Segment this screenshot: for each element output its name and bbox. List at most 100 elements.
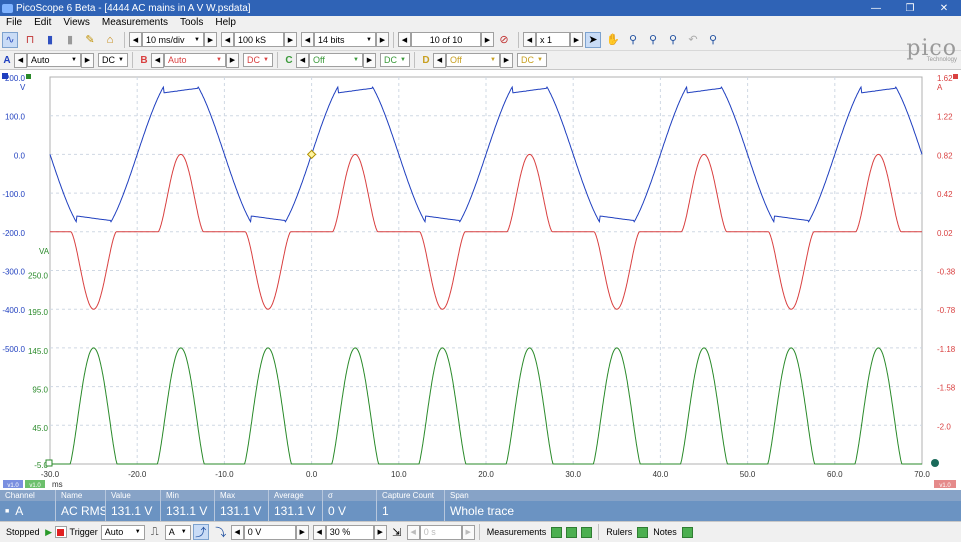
header-span[interactable]: Span [445, 490, 961, 501]
zoom-in-icon[interactable]: ⚲ [645, 32, 661, 48]
buffer-first-button[interactable]: ◀ [398, 32, 411, 47]
channel-a-label[interactable]: A [0, 53, 14, 67]
channel-b-label[interactable]: B [137, 53, 151, 67]
pretrigger-field[interactable]: 30 % [325, 524, 374, 540]
buffer-navigator[interactable]: 10 of 10 [411, 32, 481, 47]
delay-decrease-button[interactable]: ◀ [406, 524, 420, 540]
channel-a-range-increase[interactable]: ▶ [81, 52, 94, 68]
channel-d-range-select[interactable]: Off ▼ [446, 53, 500, 67]
pretrigger-decrease-button[interactable]: ◀ [312, 524, 326, 540]
resolution-increase-button[interactable]: ▶ [376, 32, 389, 47]
delete-measurement-button[interactable] [581, 526, 593, 538]
home-icon[interactable]: ⌂ [102, 32, 118, 48]
menu-tools[interactable]: Tools [180, 17, 203, 28]
channel-d-label[interactable]: D [419, 53, 433, 67]
channel-d-range-increase[interactable]: ▶ [500, 52, 513, 68]
timebase-decrease-button[interactable]: ◀ [129, 32, 142, 47]
va-axis-marker [26, 74, 31, 79]
post-trigger-delay-icon[interactable]: ⇲ [389, 524, 405, 540]
undo-zoom-icon[interactable]: ↶ [685, 32, 701, 48]
zoom-out-icon[interactable]: ⚲ [665, 32, 681, 48]
rising-edge-icon[interactable]: ⤴ [192, 524, 209, 540]
left-axis-ticks: 200.0 100.0 0.0 -100.0 -200.0 -300.0 -400.0 -50… [2, 74, 26, 354]
zoom-value: x 1 [540, 34, 553, 45]
channel-c-label[interactable]: C [282, 53, 296, 67]
stop-button[interactable] [54, 526, 67, 538]
threshold-increase-button[interactable]: ▶ [295, 524, 309, 540]
header-min[interactable]: Min [161, 490, 215, 501]
delay-field[interactable]: 0 s [419, 524, 462, 540]
x-axis-tick-label: 0.0 [306, 470, 318, 479]
trigger-mode-select[interactable]: Auto ▼ [100, 524, 145, 540]
resolution-select[interactable]: 14 bits ▼ [314, 32, 376, 47]
threshold-field[interactable]: 0 V [243, 524, 296, 540]
timebase-select[interactable]: 10 ms/div ▼ [142, 32, 204, 47]
close-button[interactable]: ✕ [927, 0, 961, 16]
advanced-trigger-icon[interactable]: ⎍ [147, 524, 163, 540]
samples-decrease-button[interactable]: ◀ [221, 32, 234, 47]
channel-d-range-decrease[interactable]: ◀ [433, 52, 446, 68]
channel-b-coupling-select[interactable]: DC ▼ [243, 53, 273, 67]
probe-icon[interactable]: ✎ [82, 32, 98, 48]
menu-file[interactable]: File [6, 17, 22, 28]
header-max[interactable]: Max [215, 490, 269, 501]
header-value[interactable]: Value [106, 490, 161, 501]
channel-b-range-decrease[interactable]: ◀ [151, 52, 164, 68]
notes-button[interactable] [681, 526, 693, 538]
samples-field[interactable]: 100 kS [234, 32, 284, 47]
status-bar: Stopped ▶ Trigger Auto ▼ ⎍ A ▼ ⤴ ⤵ ◀ 0 V ▶… [0, 521, 961, 542]
samples-increase-button[interactable]: ▶ [284, 32, 297, 47]
channel-b-range-increase[interactable]: ▶ [226, 52, 239, 68]
hand-tool-icon[interactable]: ✋ [605, 32, 621, 48]
channel-a-coupling-select[interactable]: DC ▼ [98, 53, 128, 67]
serial-decode-icon[interactable]: ▮ [62, 32, 78, 48]
pretrigger-increase-button[interactable]: ▶ [373, 524, 387, 540]
scope-plot[interactable]: 200.0 100.0 0.0 -100.0 -200.0 -300.0 -400.0 -50… [0, 70, 961, 490]
channel-c-range-increase[interactable]: ▶ [363, 52, 376, 68]
header-name[interactable]: Name [56, 490, 106, 501]
header-capture-count[interactable]: Capture Count [377, 490, 445, 501]
zoom-field[interactable]: x 1 [536, 32, 570, 47]
zoom-decrease-button[interactable]: ◀ [523, 32, 536, 47]
measurement-row[interactable]: ■ A AC RMS 131.1 V 131.1 V 131.1 V 131.1 … [0, 501, 961, 521]
threshold-decrease-button[interactable]: ◀ [230, 524, 244, 540]
delay-increase-button[interactable]: ▶ [461, 524, 475, 540]
channel-d-coupling-select[interactable]: DC ▼ [517, 53, 547, 67]
channel-c-coupling-select[interactable]: DC ▼ [380, 53, 410, 67]
chevron-down-icon: ▼ [194, 36, 200, 43]
pointer-tool-icon[interactable]: ➤ [585, 31, 601, 48]
header-channel[interactable]: Channel [0, 490, 56, 501]
measurements-label: Measurements [486, 527, 547, 537]
persistence-mode-icon[interactable]: ⊓ [22, 32, 38, 48]
timebase-increase-button[interactable]: ▶ [204, 32, 217, 47]
menu-edit[interactable]: Edit [34, 17, 51, 28]
maximize-button[interactable]: ❐ [893, 0, 927, 16]
channel-c-range-select[interactable]: Off ▼ [309, 53, 363, 67]
edit-measurement-button[interactable] [566, 526, 578, 538]
resolution-decrease-button[interactable]: ◀ [301, 32, 314, 47]
channel-b-range-select[interactable]: Auto ▼ [164, 53, 226, 67]
zoom-increase-button[interactable]: ▶ [570, 32, 583, 47]
menu-measurements[interactable]: Measurements [102, 17, 168, 28]
buffer-overview-icon[interactable]: ⊘ [496, 32, 512, 48]
spectrum-mode-icon[interactable]: ▮ [42, 32, 58, 48]
minimize-button[interactable]: — [859, 0, 893, 16]
channel-c-range-decrease[interactable]: ◀ [296, 52, 309, 68]
channel-a-range-decrease[interactable]: ◀ [14, 52, 27, 68]
scope-view[interactable]: 200.0 100.0 0.0 -100.0 -200.0 -300.0 -400.0 -50… [0, 70, 961, 490]
header-average[interactable]: Average [269, 490, 323, 501]
header-sigma[interactable]: σ [323, 490, 377, 501]
menu-help[interactable]: Help [215, 17, 236, 28]
buffer-next-button[interactable]: ▶ [481, 32, 494, 47]
channel-toolbar: A ◀ Auto ▼ ▶ DC ▼ B ◀ Auto ▼ ▶ DC ▼ C ◀ Off ▼… [0, 51, 961, 70]
rulers-button[interactable] [637, 526, 649, 538]
scope-mode-icon[interactable]: ∿ [2, 31, 18, 48]
trigger-channel-select[interactable]: A ▼ [164, 524, 191, 540]
channel-a-range-select[interactable]: Auto ▼ [27, 53, 81, 67]
zoom-area-icon[interactable]: ⚲ [625, 32, 641, 48]
menu-views[interactable]: Views [63, 17, 90, 28]
start-button[interactable]: ▶ [43, 526, 55, 538]
zoom-to-fit-icon[interactable]: ⚲ [705, 32, 721, 48]
falling-edge-icon[interactable]: ⤵ [213, 524, 229, 540]
add-measurement-button[interactable] [551, 526, 563, 538]
